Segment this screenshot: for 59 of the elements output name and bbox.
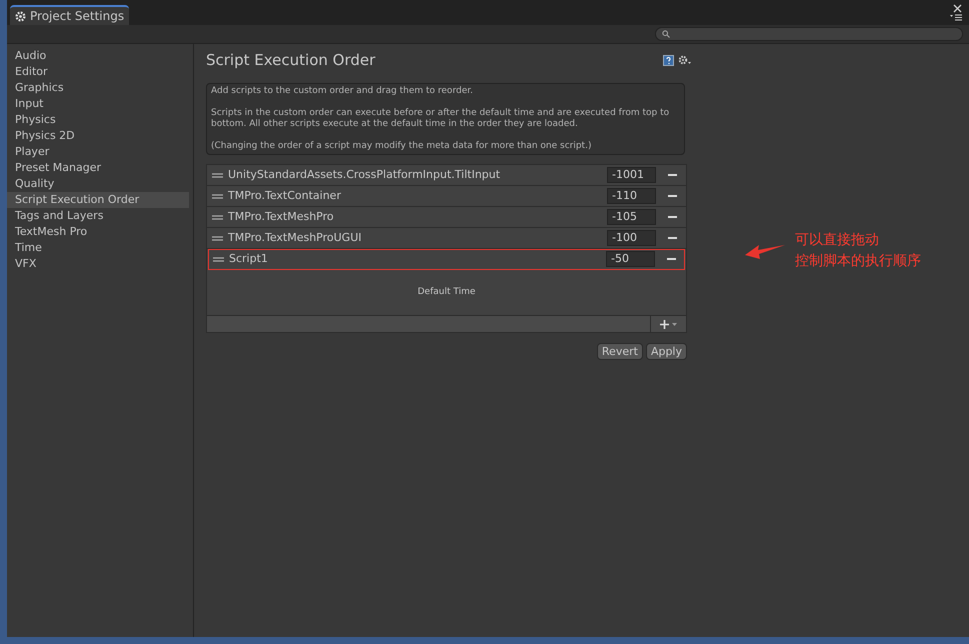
- script-name: TMPro.TextMeshProUGUI: [228, 230, 362, 246]
- script-row[interactable]: TMPro.TextContainer -110: [207, 186, 686, 207]
- drag-handle-icon[interactable]: [212, 214, 223, 220]
- order-field[interactable]: -105: [607, 209, 656, 225]
- sidebar-item[interactable]: Audio: [7, 48, 189, 64]
- window-tab[interactable]: Project Settings: [10, 5, 130, 25]
- script-row[interactable]: UnityStandardAssets.CrossPlatformInput.TiltInput -1001: [207, 165, 686, 186]
- sidebar-item[interactable]: Script Execution Order: [7, 192, 189, 208]
- gear-icon: [15, 10, 26, 22]
- search-icon: [662, 30, 670, 38]
- settings-icon[interactable]: [678, 54, 692, 66]
- sidebar-item[interactable]: Physics: [7, 112, 189, 128]
- caret-icon: [672, 322, 677, 326]
- help-icon[interactable]: [663, 54, 674, 66]
- help-text: Scripts in the custom order can execute before or after the default time and are executed from top to bottom. All other scripts execute at the default time in the order they are loaded.: [211, 108, 670, 130]
- sidebar-item[interactable]: VFX: [7, 256, 189, 272]
- sidebar-item[interactable]: Physics 2D: [7, 128, 189, 144]
- sidebar-item[interactable]: Preset Manager: [7, 160, 189, 176]
- minus-icon: [668, 216, 676, 218]
- menu-icon[interactable]: [950, 14, 962, 21]
- drag-handle-icon[interactable]: [212, 194, 223, 198]
- drag-handle-icon[interactable]: [212, 236, 223, 240]
- sidebar-item[interactable]: Time: [7, 240, 189, 256]
- sidebar-item[interactable]: Quality: [7, 176, 189, 192]
- highlighted-row[interactable]: Script1 -50: [208, 249, 685, 270]
- script-name: Script1: [229, 250, 268, 267]
- sidebar-item[interactable]: Input: [7, 96, 189, 112]
- minus-icon: [668, 174, 676, 176]
- plus-icon: [660, 320, 669, 328]
- panel-title: Script Execution Order: [206, 50, 376, 71]
- search-field[interactable]: [655, 27, 963, 41]
- order-field[interactable]: -110: [607, 188, 656, 204]
- annotation-text: 控制脚本的执行顺序: [795, 252, 921, 271]
- minus-icon: [668, 195, 676, 197]
- order-field[interactable]: -50: [606, 251, 655, 267]
- help-text: Add scripts to the custom order and drag them to reorder.: [211, 86, 474, 97]
- order-field[interactable]: -1001: [607, 167, 656, 183]
- minus-icon: [668, 237, 676, 239]
- drag-handle-icon[interactable]: [213, 256, 224, 262]
- action-button[interactable]: Apply: [646, 343, 687, 360]
- order-field[interactable]: -100: [607, 230, 656, 246]
- drag-handle-icon[interactable]: [212, 172, 223, 178]
- sidebar-item[interactable]: Tags and Layers: [7, 208, 189, 224]
- close-icon[interactable]: [953, 4, 962, 13]
- tab-title: Project Settings: [30, 8, 124, 25]
- script-name: UnityStandardAssets.CrossPlatformInput.TiltInput: [228, 166, 500, 183]
- script-row[interactable]: TMPro.TextMeshPro -105: [207, 207, 686, 228]
- help-text: (Changing the order of a script may modify the meta data for more than one script.): [211, 141, 592, 152]
- script-row[interactable]: TMPro.TextMeshProUGUI -100: [207, 228, 686, 249]
- script-name: TMPro.TextMeshPro: [228, 208, 334, 225]
- script-name: TMPro.TextContainer: [228, 188, 341, 204]
- default-time-label: Default Time: [416, 286, 476, 299]
- sidebar-item[interactable]: Graphics: [7, 80, 189, 96]
- sidebar-item[interactable]: TextMesh Pro: [7, 224, 189, 240]
- action-button[interactable]: Revert: [596, 343, 643, 360]
- annotation-text: 可以直接拖动: [795, 231, 880, 250]
- minus-icon: [666, 258, 676, 260]
- sidebar-item[interactable]: Player: [7, 144, 189, 160]
- sidebar-item[interactable]: Editor: [7, 64, 189, 80]
